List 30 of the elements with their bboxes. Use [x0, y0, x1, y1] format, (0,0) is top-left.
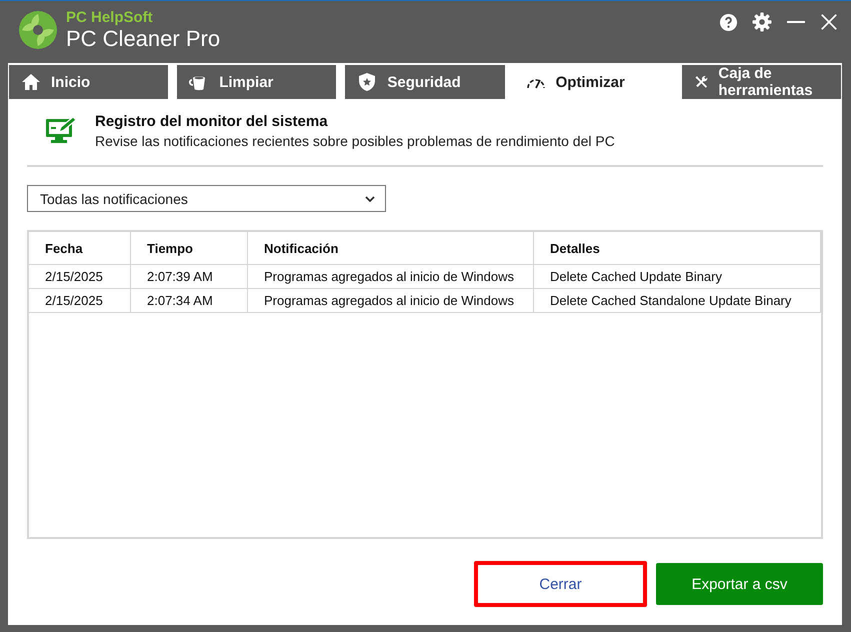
- chevron-down-icon: [365, 196, 375, 202]
- tab[interactable]: Inicio: [9, 65, 168, 99]
- export-button[interactable]: Exportar a csv: [656, 563, 823, 605]
- tab[interactable]: Limpiar: [177, 65, 336, 99]
- app-title: PC Cleaner Pro: [66, 26, 220, 51]
- column-header: Tiempo: [131, 232, 248, 264]
- table-cell: 2:07:34 AM: [131, 289, 248, 312]
- table-cell: Delete Cached Update Binary: [534, 265, 821, 288]
- leaf-logo-icon: [18, 10, 58, 50]
- table-cell: Programas agregados al inicio de Windows: [248, 265, 534, 288]
- table-cell: Programas agregados al inicio de Windows: [248, 289, 534, 312]
- tab[interactable]: Caja de herramientas: [682, 65, 842, 99]
- section-title: Registro del monitor del sistema: [95, 113, 329, 130]
- column-header: Fecha: [29, 232, 131, 264]
- section-subtitle: Revise las notificaciones recientes sobre posibles problemas de rendimiento del PC: [95, 133, 615, 149]
- column-header: Notificación: [248, 232, 534, 264]
- settings-icon[interactable]: [752, 12, 772, 32]
- table-cell: 2/15/2025: [29, 265, 131, 288]
- home-icon: [21, 72, 41, 92]
- table-cell: Delete Cached Standalone Update Binary: [534, 289, 821, 312]
- tab[interactable]: Seguridad: [345, 65, 505, 99]
- table-cell: 2:07:39 AM: [131, 265, 248, 288]
- column-header: Detalles: [534, 232, 821, 264]
- filter-dropdown[interactable]: Todas las notificaciones: [27, 185, 386, 212]
- table-cell: 2/15/2025: [29, 289, 131, 312]
- close-icon[interactable]: [820, 13, 838, 31]
- close-button[interactable]: Cerrar: [474, 561, 647, 607]
- shield-icon: [357, 72, 378, 92]
- vendor-name: PC HelpSoft: [66, 9, 154, 26]
- help-icon[interactable]: [719, 12, 738, 32]
